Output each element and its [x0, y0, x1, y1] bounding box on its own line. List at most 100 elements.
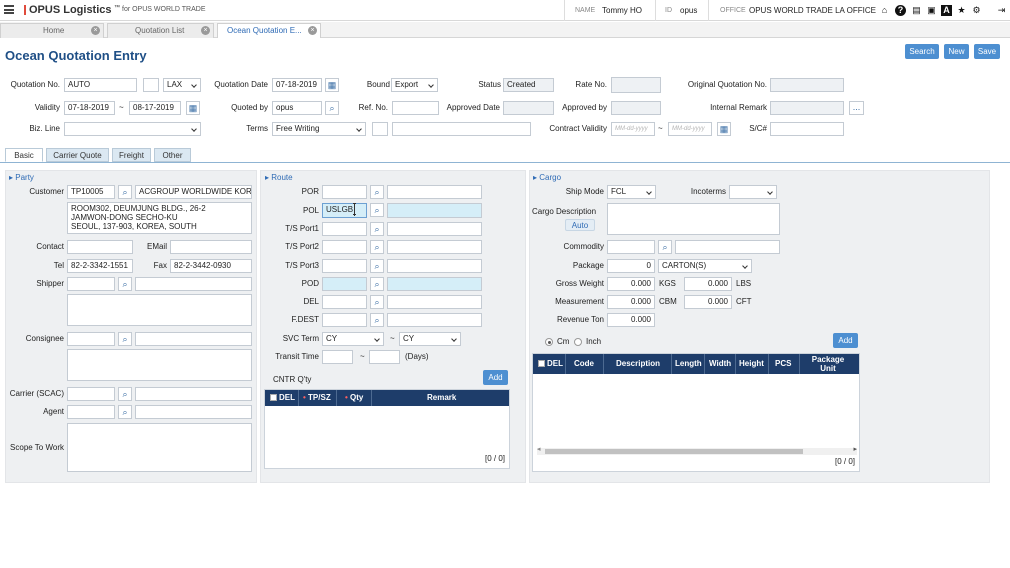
incoterms-select[interactable]	[729, 185, 777, 199]
shipper-name-field[interactable]	[135, 277, 252, 291]
close-icon[interactable]: ×	[201, 26, 210, 35]
subtab-freight[interactable]: Freight	[112, 148, 151, 162]
select-all-checkbox[interactable]	[538, 360, 545, 368]
home-icon[interactable]: ⌂	[879, 5, 890, 16]
ts-port3-name-field[interactable]	[387, 259, 482, 273]
commodity-code-field[interactable]	[607, 240, 655, 254]
ts-port1-name-field[interactable]	[387, 222, 482, 236]
por-code-field[interactable]	[322, 185, 367, 199]
contact-field[interactable]	[67, 240, 133, 254]
fax-field[interactable]: 82-2-3442-0930	[170, 259, 252, 273]
search-icon[interactable]: ⌕	[118, 405, 132, 419]
monitor-icon[interactable]: ▣	[926, 5, 937, 16]
consignee-name-field[interactable]	[135, 332, 252, 346]
cntr-add-button[interactable]: Add	[483, 370, 508, 385]
calendar-icon[interactable]: ▦	[186, 101, 200, 115]
new-button[interactable]: New	[944, 44, 969, 59]
contract-to-field[interactable]: MM-dd-yyyy	[668, 122, 712, 136]
revenue-ton-field[interactable]: 0.000	[607, 313, 655, 327]
contract-from-field[interactable]: MM-dd-yyyy	[611, 122, 655, 136]
fdest-code-field[interactable]	[322, 313, 367, 327]
scope-to-work-field[interactable]	[67, 423, 252, 472]
tab-ocean-quotation-entry[interactable]: Ocean Quotation E... ×	[217, 23, 321, 38]
search-icon[interactable]: ⌕	[370, 277, 384, 291]
pod-code-field[interactable]	[322, 277, 367, 291]
cm-radio[interactable]	[545, 338, 553, 346]
terms-select[interactable]: Free Writing	[272, 122, 366, 136]
subtab-carrier-quote[interactable]: Carrier Quote	[46, 148, 109, 162]
quotation-date-field[interactable]: 07-18-2019	[272, 78, 322, 92]
biz-line-select[interactable]	[64, 122, 201, 136]
bound-select[interactable]: Export	[391, 78, 438, 92]
tab-quotation-list[interactable]: Quotation List ×	[107, 23, 214, 38]
svc-term-to-select[interactable]: CY	[399, 332, 461, 346]
print-icon[interactable]: ▤	[911, 5, 922, 16]
subtab-other[interactable]: Other	[154, 148, 191, 162]
measurement-cbm-field[interactable]: 0.000	[607, 295, 655, 309]
por-name-field[interactable]	[387, 185, 482, 199]
search-icon[interactable]: ⌕	[118, 185, 132, 199]
settings-gear-icon[interactable]: ⚙	[971, 5, 982, 16]
transit-from-field[interactable]	[322, 350, 353, 364]
search-icon[interactable]: ⌕	[370, 185, 384, 199]
search-button[interactable]: Search	[905, 44, 939, 59]
favorite-star-icon[interactable]: ★	[956, 5, 967, 16]
tel-field[interactable]: 82-2-3342-1551	[67, 259, 133, 273]
search-icon[interactable]: ⌕	[370, 295, 384, 309]
ts-port2-code-field[interactable]	[322, 240, 367, 254]
consignee-address-field[interactable]	[67, 349, 252, 381]
consignee-code-field[interactable]	[67, 332, 115, 346]
package-unit-select[interactable]: CARTON(S)	[658, 259, 752, 273]
ref-no-field[interactable]	[392, 101, 439, 115]
email-field[interactable]	[170, 240, 252, 254]
search-icon[interactable]: ⌕	[118, 387, 132, 401]
terms-code-field[interactable]	[372, 122, 388, 136]
fdest-name-field[interactable]	[387, 313, 482, 327]
del-name-field[interactable]	[387, 295, 482, 309]
scroll-right-icon[interactable]: ▸	[853, 445, 857, 453]
search-icon[interactable]: ⌕	[370, 222, 384, 236]
carrier-code-field[interactable]	[67, 387, 115, 401]
customer-address-field[interactable]: ROOM302, DEUMJUNG BLDG., 26-2 JAMWON-DON…	[67, 202, 252, 234]
scroll-left-icon[interactable]: ◂	[537, 445, 541, 453]
quotation-no-extra-field[interactable]	[143, 78, 159, 92]
ts-port1-code-field[interactable]	[322, 222, 367, 236]
inch-radio[interactable]	[574, 338, 582, 346]
calendar-icon[interactable]: ▦	[717, 122, 731, 136]
quoted-by-field[interactable]: opus	[272, 101, 322, 115]
search-icon[interactable]: ⌕	[658, 240, 672, 254]
del-code-field[interactable]	[322, 295, 367, 309]
pol-code-field[interactable]: USLGB	[322, 203, 367, 218]
save-button[interactable]: Save	[974, 44, 1000, 59]
horizontal-scrollbar[interactable]: ◂ ▸	[537, 445, 857, 455]
gross-weight-lbs-field[interactable]: 0.000	[684, 277, 732, 291]
search-icon[interactable]: ⌕	[370, 313, 384, 327]
sc-no-field[interactable]	[770, 122, 844, 136]
cargo-add-button[interactable]: Add	[833, 333, 858, 348]
search-icon[interactable]: ⌕	[370, 259, 384, 273]
select-all-checkbox[interactable]	[270, 394, 277, 402]
terms-description-field[interactable]	[392, 122, 531, 136]
carrier-name-field[interactable]	[135, 387, 252, 401]
search-icon[interactable]: ⌕	[325, 101, 339, 115]
auto-button[interactable]: Auto	[565, 219, 595, 231]
customer-code-field[interactable]: TP10005	[67, 185, 115, 199]
transit-to-field[interactable]	[369, 350, 400, 364]
agent-name-field[interactable]	[135, 405, 252, 419]
font-icon[interactable]: A	[941, 5, 952, 16]
help-icon[interactable]: ?	[895, 5, 906, 16]
validity-to-field[interactable]: 08-17-2019	[129, 101, 181, 115]
close-icon[interactable]: ×	[91, 26, 100, 35]
search-icon[interactable]: ⌕	[118, 332, 132, 346]
pod-name-field[interactable]	[387, 277, 482, 291]
search-icon[interactable]: ⌕	[370, 240, 384, 254]
subtab-basic[interactable]: Basic	[5, 148, 43, 162]
quotation-no-field[interactable]: AUTO	[64, 78, 137, 92]
ship-mode-select[interactable]: FCL	[607, 185, 656, 199]
svc-term-from-select[interactable]: CY	[322, 332, 384, 346]
search-icon[interactable]: ⌕	[370, 203, 384, 217]
customer-name-field[interactable]: ACGROUP WORLDWIDE KOREA.L	[135, 185, 252, 199]
close-icon[interactable]: ×	[308, 26, 317, 35]
ts-port3-code-field[interactable]	[322, 259, 367, 273]
cargo-description-field[interactable]	[607, 203, 780, 235]
